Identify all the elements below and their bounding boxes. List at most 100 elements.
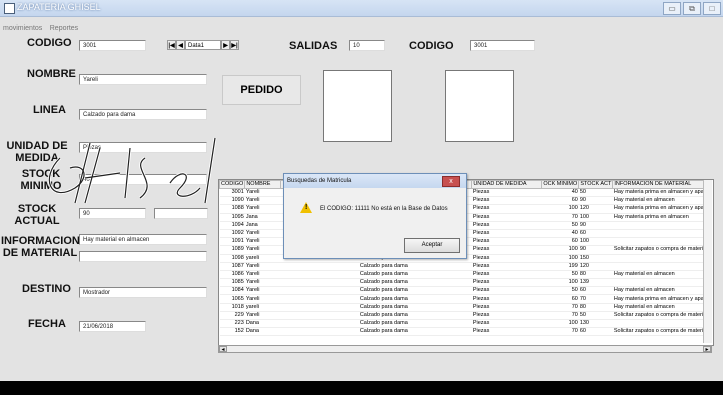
table-cell: Piezas — [471, 221, 542, 230]
minimize-button[interactable]: ▭ — [663, 2, 681, 15]
table-cell: Piezas — [471, 262, 542, 271]
grid-column-header[interactable]: OCK MINIMO — [541, 180, 580, 189]
table-cell: yareli — [244, 303, 281, 312]
menu-reportes[interactable]: Reportes — [50, 25, 78, 32]
destino-label: DESTINO — [22, 283, 71, 295]
table-cell: 100 — [578, 237, 613, 247]
table-cell: 60 — [541, 294, 579, 304]
maximize-button[interactable]: □ — [703, 2, 721, 15]
stock-actual-extra-input[interactable] — [154, 208, 208, 219]
table-row[interactable]: 1087 Yareli Calzado para dama Piezas 199 120 — [219, 262, 707, 271]
table-cell: Piezas — [471, 254, 542, 263]
next-record-button[interactable]: ▶ — [221, 40, 230, 50]
table-cell — [612, 262, 707, 271]
table-cell — [280, 278, 359, 288]
scroll-left-arrow-icon[interactable]: ◂ — [219, 346, 227, 353]
grid-column-header[interactable]: STOCK ACT — [578, 180, 614, 189]
fecha-label: FECHA — [28, 318, 66, 330]
salidas-input[interactable]: 10 — [349, 40, 385, 51]
destino-input[interactable]: Mostrador — [79, 287, 207, 298]
table-row[interactable]: 1085 Yareli Calzado para dama Piezas 100 139 — [219, 278, 707, 288]
table-cell — [280, 294, 359, 304]
stock-act-label-line2: ACTUAL — [14, 215, 60, 227]
table-cell: 100 — [541, 254, 579, 263]
table-row[interactable]: 152 Dana Calzado para dama Piezas 70 60 Solici… — [219, 327, 707, 337]
stock-min-label-line2: MINIMO — [20, 180, 62, 192]
grid-column-header[interactable]: UNIDAD DE MEDIDA — [471, 180, 543, 189]
table-cell: 150 — [578, 254, 613, 263]
table-cell — [280, 286, 359, 296]
linea-input[interactable]: Calzado para dama — [79, 109, 207, 120]
table-row[interactable]: 1084 Yareli Calzado para dama Piezas 50 60 Hay… — [219, 286, 707, 296]
menu-movimientos[interactable]: movimientos — [3, 25, 42, 32]
unidad-label-line2: MEDIDA — [15, 152, 59, 164]
table-cell: Calzado para dama — [358, 311, 472, 321]
table-cell: 50 — [541, 221, 579, 230]
scroll-right-arrow-icon[interactable]: ▸ — [703, 346, 711, 353]
table-cell: 100 — [541, 278, 579, 288]
table-cell: Calzado para dama — [358, 319, 472, 329]
informacion-material-extra-input[interactable] — [79, 251, 207, 262]
table-cell: Hay materia prima en almacen y apar — [612, 294, 707, 304]
restore-button[interactable]: ⧉ — [683, 2, 701, 15]
table-cell: 120 — [578, 262, 613, 271]
table-cell: Hay material en almacen — [612, 196, 707, 206]
first-record-button[interactable]: |◀ — [167, 40, 176, 50]
table-cell — [612, 278, 707, 288]
table-cell — [280, 311, 359, 321]
table-cell: 229 — [219, 311, 245, 321]
grid-column-header[interactable]: NOMBRE — [244, 180, 282, 189]
table-cell: 100 — [541, 245, 579, 255]
table-cell: 90 — [578, 221, 613, 230]
table-row[interactable]: 1065 Yareli Calzado para dama Piezas 60 70 Hay… — [219, 294, 707, 304]
stock-actual-input[interactable]: 90 — [79, 208, 146, 219]
grid-column-header[interactable]: INFORMACION DE MATERIAL — [612, 180, 708, 189]
table-cell: 1095 — [219, 213, 245, 222]
dialog-message: El CODIGO: 11111 No está en la Base de D… — [320, 206, 448, 212]
nombre-input[interactable]: Yareli — [79, 74, 207, 85]
table-cell: Dana — [244, 327, 281, 337]
table-cell: 100 — [541, 319, 579, 329]
grid-column-header[interactable]: CODIGO — [219, 180, 246, 189]
table-row[interactable]: 229 Yareli Calzado para dama Piezas 70 50 Soli… — [219, 311, 707, 321]
table-cell: 70 — [578, 294, 613, 304]
table-row[interactable]: 1086 Yareli Calzado para dama Piezas 50 80 Hay… — [219, 270, 707, 280]
table-cell: 80 — [578, 270, 613, 280]
table-cell: 70 — [541, 213, 579, 222]
table-cell: Piezas — [471, 188, 542, 198]
table-row[interactable]: 223 Dana Calzado para dama Piezas 100 130 — [219, 319, 707, 329]
dialog-close-button[interactable]: x — [442, 176, 460, 187]
table-cell: Yareli — [244, 188, 281, 198]
table-cell: Piezas — [471, 294, 542, 304]
pedido-button[interactable]: PEDIDO — [222, 75, 301, 105]
table-cell: Dana — [244, 319, 281, 329]
table-cell: 50 — [541, 270, 579, 280]
codigo-salida-input[interactable]: 3001 — [470, 40, 535, 51]
codigo-input[interactable]: 3001 — [79, 40, 146, 51]
grid-vertical-scrollbar[interactable] — [703, 180, 712, 343]
table-cell: Solicitar zapatos o compra de materi — [612, 327, 707, 337]
table-cell: 50 — [578, 188, 613, 198]
aceptar-button[interactable]: Aceptar — [404, 238, 460, 253]
stock-actual-label: STOCK ACTUAL — [14, 203, 60, 227]
table-cell: Piezas — [471, 196, 542, 206]
table-cell: 70 — [541, 327, 579, 337]
last-record-button[interactable]: ▶| — [230, 40, 239, 50]
prev-record-button[interactable]: ◀ — [176, 40, 185, 50]
fecha-input[interactable]: 21/06/2018 — [79, 321, 146, 332]
table-cell: 60 — [541, 237, 579, 247]
codigo-label: CODIGO — [27, 37, 72, 49]
table-cell: Yareli — [244, 278, 281, 288]
table-cell: Piezas — [471, 327, 542, 337]
grid-horizontal-scrollbar[interactable]: ◂ ▸ — [218, 345, 712, 353]
stock-minimo-input[interactable]: 40 — [79, 174, 207, 185]
table-cell: 60 — [578, 286, 613, 296]
table-row[interactable]: 1018 yareli Calzado para dama Piezas 70 80 Hay… — [219, 303, 707, 312]
table-cell: Calzado para dama — [358, 286, 472, 296]
table-cell: 130 — [578, 319, 613, 329]
table-cell: 100 — [541, 204, 579, 214]
unidad-medida-input[interactable]: Piezas — [79, 142, 207, 153]
table-cell: 1086 — [219, 270, 245, 280]
table-cell — [612, 319, 707, 329]
informacion-material-input[interactable]: Hay material en almacen — [79, 234, 207, 245]
